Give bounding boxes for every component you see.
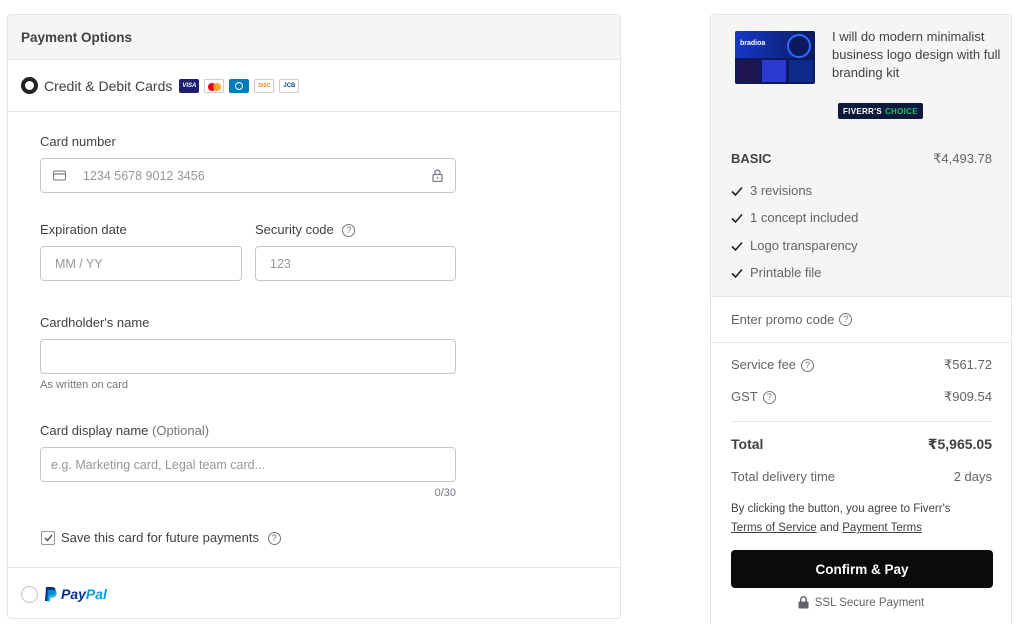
payment-options-title: Payment Options: [21, 29, 133, 45]
card-number-label: Card number: [40, 134, 116, 149]
jcb-icon: JCB: [279, 78, 300, 93]
question-circle-icon[interactable]: ?: [762, 391, 776, 405]
terms-and: and: [819, 522, 840, 534]
delivery-value: 2 days: [953, 469, 992, 484]
checkmark-icon: [731, 241, 743, 251]
total-row: Total ₹5,965.05: [731, 436, 992, 453]
security-code-field[interactable]: 123: [255, 246, 456, 281]
optional-tag: (Optional): [152, 423, 210, 438]
paypal-method-radio[interactable]: [21, 585, 38, 603]
checkmark-icon: [731, 213, 743, 223]
card-number-field[interactable]: 1234 5678 9012 3456: [40, 158, 456, 193]
mastercard-icon: [204, 78, 225, 93]
question-circle-icon[interactable]: ?: [839, 313, 853, 326]
promo-code-toggle[interactable]: Enter promo code ?: [711, 297, 1011, 343]
save-card-label-text: Save this card for future payments: [61, 530, 259, 545]
thumbnail-brand: bradioa: [740, 40, 766, 47]
terms-notice: By clicking the button, you agree to Fiv…: [731, 500, 996, 538]
feature-item: Printable file: [731, 265, 822, 280]
feature-label: 3 revisions: [750, 183, 813, 198]
paypal-text-pay: Pay: [61, 586, 86, 602]
gig-title[interactable]: I will do modern minimalist business log…: [832, 28, 1002, 82]
promo-code-label: Enter promo code: [731, 312, 835, 327]
card-number-placeholder: 1234 5678 9012 3456: [83, 168, 205, 183]
feature-item: 3 revisions: [731, 183, 812, 198]
security-code-placeholder: 123: [270, 256, 291, 271]
confirm-and-pay-button[interactable]: Confirm & Pay: [731, 550, 993, 588]
terms-of-service-link[interactable]: Terms of Service: [731, 522, 817, 534]
summary-divider: [731, 421, 992, 422]
gst-row: GST? ₹909.54: [731, 389, 992, 405]
paypal-logo: PayPal: [44, 586, 107, 602]
delivery-label: Total delivery time: [731, 469, 836, 484]
payment-options-panel: Payment Options Credit & Debit Cards VIS…: [7, 14, 621, 619]
card-form: Card number 1234 5678 9012 3456 Expirati…: [8, 112, 620, 567]
checkmark-icon: [731, 186, 743, 196]
expiration-label: Expiration date: [40, 222, 127, 237]
question-circle-icon[interactable]: ?: [342, 224, 356, 238]
badge-brand: FIVERR'S: [843, 106, 882, 116]
fiverrs-choice-badge: FIVERR'S CHOICE: [838, 103, 923, 119]
lock-icon: [798, 596, 809, 609]
payment-options-header: Payment Options: [8, 15, 620, 60]
delivery-row: Total delivery time 2 days: [731, 469, 992, 484]
credit-card-icon: [53, 170, 66, 181]
card-method-option[interactable]: Credit & Debit Cards VISA DISC JCB: [8, 60, 620, 112]
card-display-name-field[interactable]: e.g. Marketing card, Legal team card...: [40, 447, 456, 482]
expiration-placeholder: MM / YY: [55, 256, 103, 271]
total-value: ₹5,965.05: [927, 436, 992, 452]
save-card-checkbox[interactable]: [41, 531, 55, 545]
terms-prefix: By clicking the button, you agree to Fiv…: [731, 503, 951, 515]
service-fee-value: ₹561.72: [943, 357, 992, 372]
feature-label: Logo transparency: [750, 238, 858, 253]
save-card-label[interactable]: Save this card for future payments ?: [61, 530, 281, 546]
package-name: BASIC: [731, 151, 772, 166]
cardholder-name-label: Cardholder's name: [40, 315, 150, 330]
cardholder-name-field[interactable]: [40, 339, 456, 374]
card-display-name-label: Card display name (Optional): [40, 423, 209, 438]
cardholder-name-hint: As written on card: [40, 379, 129, 391]
feature-label: 1 concept included: [750, 210, 859, 225]
question-circle-icon[interactable]: ?: [267, 532, 281, 546]
character-counter: 0/30: [434, 487, 456, 499]
service-fee-label: Service fee: [731, 357, 797, 372]
security-code-label: Security code ?: [255, 222, 356, 238]
diners-club-icon: [229, 78, 250, 93]
lock-icon: [432, 169, 443, 182]
payment-terms-link[interactable]: Payment Terms: [842, 522, 922, 534]
discover-icon: DISC: [254, 78, 275, 93]
gst-value: ₹909.54: [943, 389, 992, 404]
total-label: Total: [731, 436, 764, 452]
card-display-name-placeholder: e.g. Marketing card, Legal team card...: [51, 457, 265, 472]
paypal-method-option[interactable]: PayPal: [8, 567, 620, 620]
paypal-text-pal: Pal: [85, 586, 107, 602]
service-fee-row: Service fee? ₹561.72: [731, 357, 992, 373]
question-circle-icon[interactable]: ?: [801, 359, 815, 373]
security-code-label-text: Security code: [255, 222, 334, 237]
ssl-label: SSL Secure Payment: [814, 596, 925, 609]
feature-item: 1 concept included: [731, 210, 858, 225]
ssl-secure-notice: SSL Secure Payment: [711, 596, 1011, 609]
badge-word: CHOICE: [884, 106, 918, 116]
gst-label: GST: [731, 389, 758, 404]
feature-item: Logo transparency: [731, 238, 858, 253]
card-method-label: Credit & Debit Cards: [44, 77, 173, 94]
checkmark-icon: [44, 534, 53, 542]
card-method-radio[interactable]: [21, 77, 38, 94]
order-summary-panel: bradioa I will do modern minimalist busi…: [710, 14, 1012, 624]
paypal-icon: [45, 587, 57, 602]
card-brand-logos: VISA DISC JCB: [179, 78, 300, 93]
gig-thumbnail[interactable]: bradioa: [735, 31, 815, 84]
visa-icon: VISA: [179, 78, 200, 93]
package-price: ₹4,493.78: [933, 151, 992, 166]
card-display-name-label-text: Card display name: [40, 423, 149, 438]
feature-label: Printable file: [750, 265, 822, 280]
checkmark-icon: [731, 268, 743, 278]
order-summary-top: bradioa I will do modern minimalist busi…: [711, 15, 1011, 297]
expiration-field[interactable]: MM / YY: [40, 246, 242, 281]
